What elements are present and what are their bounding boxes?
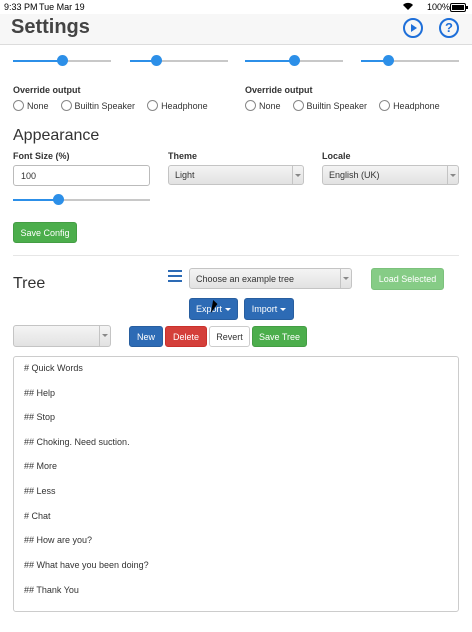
slider-thumb[interactable] <box>151 55 163 66</box>
hamburger-menu-icon[interactable] <box>168 270 182 282</box>
example-tree-select[interactable]: Choose an example tree <box>189 268 352 289</box>
volume-slider-3[interactable] <box>245 54 343 68</box>
theme-select[interactable]: Light <box>168 165 304 185</box>
battery-percent: 100% <box>427 2 451 12</box>
editor-line: # Quick Words <box>24 363 83 373</box>
revert-button[interactable]: Revert <box>209 326 250 347</box>
slider-thumb[interactable] <box>53 194 65 205</box>
radio-circle-icon[interactable] <box>60 100 72 111</box>
editor-line: # Chat <box>24 511 51 521</box>
chevron-down-icon <box>292 166 303 184</box>
chevron-down-icon <box>340 269 351 288</box>
radio-builtin-speaker[interactable]: Builtin Speaker <box>292 100 367 111</box>
volume-slider-2[interactable] <box>130 54 228 68</box>
radio-none[interactable]: None <box>245 100 281 111</box>
delete-button[interactable]: Delete <box>165 326 207 347</box>
locale-select[interactable]: English (UK) <box>322 165 459 185</box>
editor-line: ## More <box>24 461 58 471</box>
editor-line: ## Choking. Need suction. <box>24 437 130 447</box>
font-size-input[interactable]: 100 <box>13 165 150 186</box>
tree-select[interactable] <box>13 325 111 347</box>
new-button[interactable]: New <box>129 326 163 347</box>
editor-line: ## Help <box>24 388 56 398</box>
radio-none[interactable]: None <box>13 100 49 111</box>
save-config-button[interactable]: Save Config <box>13 222 77 243</box>
appearance-heading: Appearance <box>13 127 100 144</box>
import-button[interactable]: Import <box>244 298 294 320</box>
slider-thumb[interactable] <box>57 55 68 66</box>
tree-heading: Tree <box>13 275 46 292</box>
font-size-label: Font Size (%) <box>13 151 70 161</box>
radio-circle-icon[interactable] <box>147 100 159 111</box>
override-output-group: None Builtin Speaker Headphone <box>13 100 216 111</box>
editor-line: ## Stop <box>24 412 56 422</box>
page-title: Settings <box>11 16 90 38</box>
slider-thumb[interactable] <box>289 55 300 66</box>
slider-thumb[interactable] <box>383 55 395 66</box>
help-circle-icon[interactable]: ? <box>439 18 459 38</box>
override-output-label: Override output <box>13 85 81 95</box>
locale-label: Locale <box>322 151 351 161</box>
radio-circle-icon[interactable] <box>379 100 391 111</box>
volume-slider-4[interactable] <box>361 54 459 68</box>
theme-label: Theme <box>168 151 198 161</box>
status-date: Tue Mar 19 <box>39 2 85 12</box>
editor-line: ## What have you been doing? <box>24 560 149 570</box>
chevron-down-icon <box>99 326 110 346</box>
load-selected-button[interactable]: Load Selected <box>371 268 444 290</box>
save-tree-button[interactable]: Save Tree <box>252 326 307 347</box>
chevron-down-icon <box>447 166 458 184</box>
editor-line: ## Thank You <box>24 585 79 595</box>
override-output-group: None Builtin Speaker Headphone <box>245 100 448 111</box>
status-time: 9:33 PM <box>4 2 38 12</box>
caret-down-icon <box>225 308 231 312</box>
caret-down-icon <box>280 308 287 312</box>
radio-circle-icon[interactable] <box>13 100 24 111</box>
editor-line: ## How are you? <box>24 535 93 545</box>
battery-icon <box>450 3 468 12</box>
radio-headphone[interactable]: Headphone <box>147 100 208 111</box>
wifi-icon <box>403 2 413 10</box>
override-output-label: Override output <box>245 85 313 95</box>
divider <box>13 255 459 256</box>
status-bar: 9:33 PM Tue Mar 19 100% <box>0 0 472 14</box>
radio-builtin-speaker[interactable]: Builtin Speaker <box>60 100 135 111</box>
volume-slider-1[interactable] <box>13 54 111 68</box>
radio-circle-icon[interactable] <box>245 100 256 111</box>
radio-circle-icon[interactable] <box>292 100 304 111</box>
tree-editor[interactable]: # Quick Words ## Help ## Stop ## Choking… <box>13 356 459 612</box>
header-bar: Settings ? <box>0 14 472 45</box>
editor-line: ## Less <box>24 486 56 496</box>
radio-headphone[interactable]: Headphone <box>379 100 440 111</box>
font-size-slider[interactable] <box>13 193 150 207</box>
play-circle-icon[interactable] <box>403 18 423 38</box>
